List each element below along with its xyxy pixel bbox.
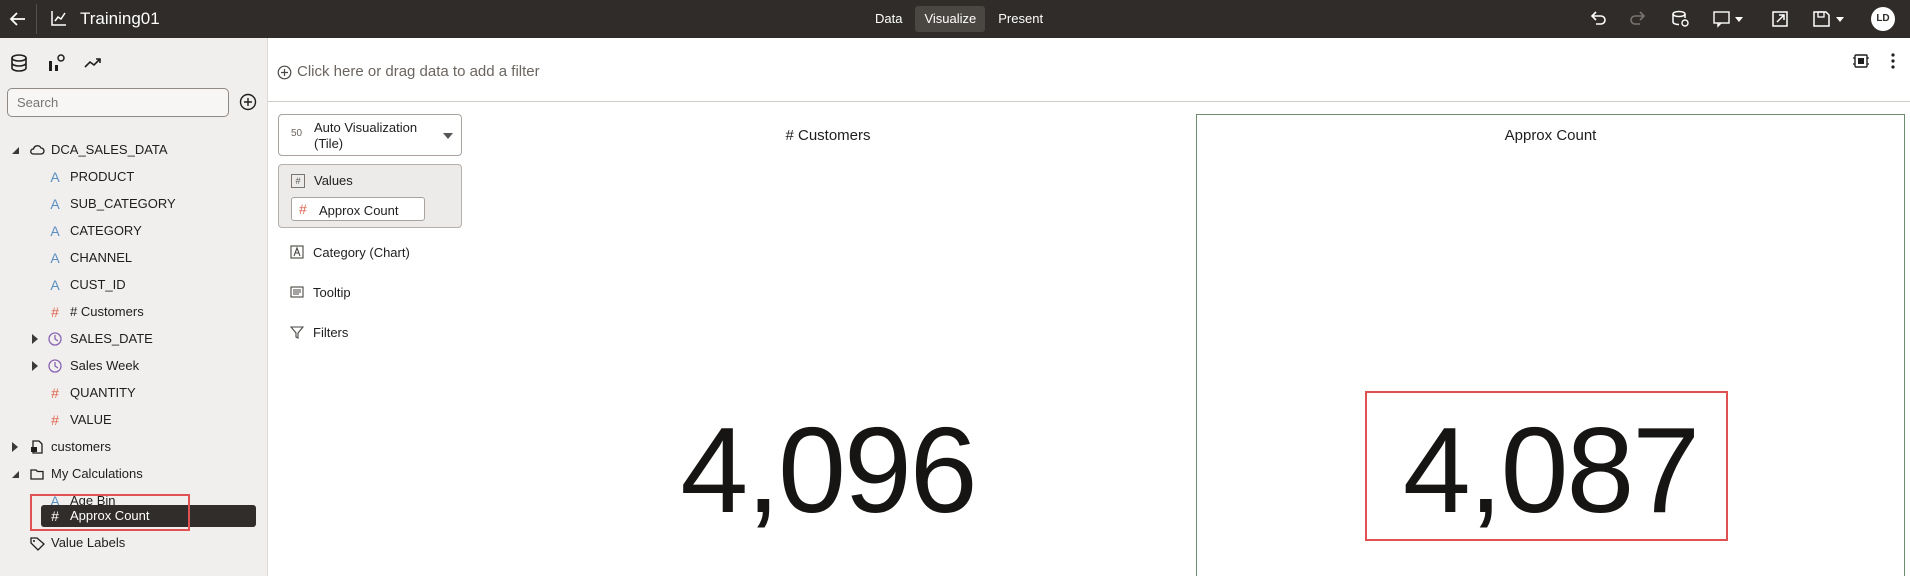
chevron-down-icon [443, 133, 453, 139]
tab-present[interactable]: Present [989, 6, 1052, 32]
attribute-icon: A [50, 169, 60, 185]
column-label: CATEGORY [70, 223, 142, 238]
file-dataset-icon [31, 440, 43, 454]
visualization-type-select[interactable]: 50 Auto Visualization (Tile) [278, 114, 462, 156]
tree-item-sub-category[interactable]: A SUB_CATEGORY [0, 193, 268, 215]
data-tab-icon[interactable] [8, 52, 30, 74]
workbook-title[interactable]: Training01 [80, 9, 160, 29]
collapse-icon[interactable] [9, 468, 21, 480]
collapse-icon[interactable] [9, 144, 21, 156]
expand-icon[interactable] [29, 360, 41, 372]
user-avatar[interactable]: LD [1871, 7, 1895, 31]
tooltip-label: Tooltip [313, 285, 351, 300]
tree-item-product[interactable]: A PRODUCT [0, 166, 268, 188]
column-label: CHANNEL [70, 250, 133, 265]
tab-visualize[interactable]: Visualize [915, 6, 986, 32]
folder-icon [30, 469, 44, 480]
dataset-label: DCA_SALES_DATA [51, 142, 168, 157]
column-label: SUB_CATEGORY [70, 196, 176, 211]
category-label: Category (Chart) [313, 245, 410, 260]
measure-icon: # [51, 412, 59, 428]
mode-tabs: Data Visualize Present [866, 6, 1052, 32]
value-labels-label: Value Labels [51, 535, 126, 550]
tree-item-dataset[interactable]: DCA_SALES_DATA [0, 139, 268, 161]
attribute-icon: A [50, 277, 60, 293]
add-data-icon[interactable] [239, 93, 257, 111]
filter-icon [290, 326, 304, 339]
time-icon [48, 359, 62, 373]
highlight-box [1365, 391, 1728, 541]
tree-item-quantity[interactable]: # QUANTITY [0, 382, 268, 404]
cloud-dataset-icon [30, 145, 45, 155]
measure-icon: # [299, 201, 307, 217]
attribute-icon: A [50, 250, 60, 266]
add-filter-icon[interactable] [277, 65, 292, 80]
tree-item-value[interactable]: # VALUE [0, 409, 268, 431]
pill-label: Approx Count [319, 203, 399, 218]
tree-item-customers-dataset[interactable]: customers [0, 436, 268, 458]
highlight-box [30, 494, 190, 531]
category-icon [290, 245, 304, 259]
values-drop-target[interactable]: # Values # Approx Count [278, 164, 462, 228]
column-label: VALUE [70, 412, 112, 427]
column-label: Sales Week [70, 358, 140, 373]
attribute-icon: A [50, 223, 60, 239]
dataset-label: customers [51, 439, 111, 454]
tile-viz-icon: 50 [291, 128, 303, 139]
tree-item-category[interactable]: A CATEGORY [0, 220, 268, 242]
undo-icon[interactable] [1588, 8, 1608, 30]
tile-title-approx-count: Approx Count [1504, 127, 1597, 144]
attribute-icon: A [50, 196, 60, 212]
expand-icon[interactable] [29, 333, 41, 345]
redo-icon[interactable] [1628, 8, 1648, 30]
back-arrow-icon[interactable] [6, 7, 30, 31]
column-label: SALES_DATE [70, 331, 153, 346]
column-label: CUST_ID [70, 277, 126, 292]
filter-placeholder[interactable]: Click here or drag data to add a filter [297, 63, 540, 80]
save-dropdown-icon[interactable] [1812, 8, 1848, 30]
values-pill-approx-count[interactable]: # Approx Count [291, 197, 425, 221]
canvas-settings-icon[interactable] [1852, 52, 1870, 70]
separator [36, 4, 37, 34]
measure-icon: # [51, 304, 59, 320]
visualizations-tab-icon[interactable] [46, 52, 68, 74]
values-label: Values [314, 173, 353, 188]
time-icon [48, 332, 62, 346]
visualization-type-label: Auto Visualization (Tile) [314, 120, 418, 151]
tree-item-cust-id[interactable]: A CUST_ID [0, 274, 268, 296]
tile-value-customers[interactable]: 4,096 [600, 400, 1056, 540]
data-refresh-icon[interactable] [1670, 8, 1690, 30]
tile-title-customers: # Customers [785, 127, 871, 144]
search-input[interactable] [8, 89, 228, 116]
tab-data[interactable]: Data [866, 6, 911, 32]
comment-dropdown-icon[interactable] [1712, 8, 1748, 30]
tree-item-value-labels[interactable]: Value Labels [0, 532, 268, 554]
tree-item-sales-week[interactable]: Sales Week [0, 355, 268, 377]
analytics-tab-icon[interactable] [82, 52, 104, 74]
tree-item-my-calculations[interactable]: My Calculations [0, 463, 268, 485]
tag-icon [30, 537, 45, 551]
top-bar: Training01 Data Visualize Present LD [0, 0, 1910, 38]
column-label: PRODUCT [70, 169, 135, 184]
tooltip-icon [290, 286, 304, 298]
tree-item-customers-measure[interactable]: # # Customers [0, 301, 268, 323]
search-input-wrapper [7, 88, 229, 117]
folder-label: My Calculations [51, 466, 143, 481]
column-label: # Customers [70, 304, 144, 319]
filter-bar[interactable]: Click here or drag data to add a filter [268, 38, 1910, 102]
workbook-chart-icon [51, 11, 66, 26]
column-label: QUANTITY [70, 385, 136, 400]
expand-icon[interactable] [9, 441, 21, 453]
values-icon: # [291, 174, 305, 188]
measure-icon: # [51, 385, 59, 401]
more-options-icon[interactable] [1888, 52, 1898, 70]
tree-item-channel[interactable]: A CHANNEL [0, 247, 268, 269]
filters-label: Filters [313, 325, 349, 340]
export-icon[interactable] [1770, 8, 1790, 30]
tree-item-sales-date[interactable]: SALES_DATE [0, 328, 268, 350]
